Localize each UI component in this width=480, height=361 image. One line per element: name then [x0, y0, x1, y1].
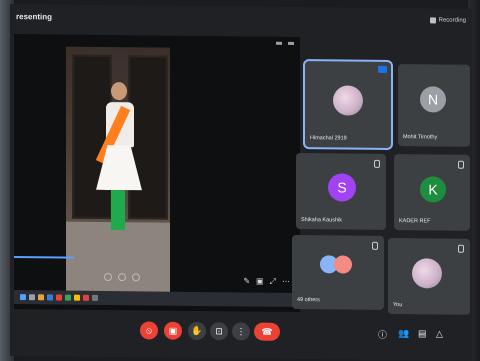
- participant-tile[interactable]: K KADER REF: [394, 154, 470, 231]
- shared-photo: [66, 46, 170, 293]
- play-icon[interactable]: [118, 273, 126, 282]
- participant-name: KADER REF: [399, 218, 431, 225]
- participant-name: 49 others: [297, 297, 320, 304]
- mic-off-icon: [458, 244, 464, 253]
- door-right: [128, 55, 168, 220]
- minimize-icon[interactable]: [276, 41, 282, 45]
- more-icon[interactable]: ⋯: [282, 277, 290, 287]
- participant-name: You: [393, 302, 403, 309]
- app-icon-2: [74, 294, 80, 301]
- activities-icon[interactable]: △: [436, 328, 443, 339]
- participant-name: Mohit Timothy: [403, 134, 438, 141]
- prev-icon[interactable]: [104, 272, 112, 282]
- participant-tile-self[interactable]: You: [388, 237, 470, 315]
- presentation-area[interactable]: ✎ ▣ ⤢ ⋯: [14, 34, 300, 313]
- mic-off-icon: [458, 160, 464, 169]
- pin-icon[interactable]: [288, 41, 294, 45]
- pin-badge-icon: [378, 65, 387, 73]
- floor: [66, 221, 170, 293]
- recording-label: Recording: [438, 17, 466, 24]
- window-title: resenting: [16, 11, 53, 21]
- recording-indicator: Recording: [429, 17, 466, 24]
- mic-off-icon: [374, 159, 380, 168]
- top-bar: resenting Recording: [10, 4, 472, 33]
- presentation-tools: ✎ ▣ ⤢ ⋯: [243, 276, 290, 286]
- more-vert-icon[interactable]: ⋮: [232, 322, 250, 341]
- search-icon: [29, 294, 35, 301]
- participant-name: Shikaha Kaushik: [301, 217, 342, 224]
- layout-icon[interactable]: ▣: [256, 277, 264, 287]
- shared-taskbar: [14, 290, 300, 308]
- avatar-letter: S: [337, 179, 347, 196]
- participant-tile[interactable]: Himachal 2919: [303, 59, 393, 151]
- folder-icon: [38, 294, 44, 301]
- participant-tile[interactable]: S Shikaha Kaushik: [296, 152, 386, 230]
- dancer-head: [111, 82, 127, 101]
- recording-icon: [429, 17, 436, 24]
- mic-off-icon: [372, 241, 378, 250]
- info-icon[interactable]: ⓘ: [378, 328, 387, 341]
- participant-avatar: [333, 85, 363, 116]
- avatar-letter: K: [428, 181, 438, 198]
- expand-icon[interactable]: ⤢: [270, 277, 276, 287]
- present-icon[interactable]: ⊡: [210, 322, 228, 341]
- participant-avatar: S: [328, 173, 356, 202]
- end-call-icon[interactable]: ☎: [254, 322, 280, 341]
- mic-off-icon[interactable]: ⦸: [140, 321, 158, 340]
- avatar-letter: N: [427, 91, 439, 108]
- people-icon[interactable]: 👥: [398, 328, 409, 339]
- call-controls: ⦸ ▣ ✋ ⊡ ⋮ ☎ ⓘ 👥 ▤ △: [10, 316, 472, 351]
- participant-tile[interactable]: N Mohit Timothy: [398, 64, 470, 147]
- participant-avatar: [412, 258, 442, 289]
- chat-icon[interactable]: ▤: [418, 328, 427, 339]
- meet-window: resenting Recording ✎ ▣ ⤢ ⋯ Himachal 291…: [10, 4, 472, 361]
- raise-hand-icon[interactable]: ✋: [188, 321, 206, 341]
- app-icon-3: [83, 294, 89, 301]
- camera-off-icon[interactable]: ▣: [164, 321, 182, 340]
- start-icon: [20, 294, 26, 301]
- group-avatar-2: [334, 255, 352, 274]
- edge-icon: [47, 294, 53, 301]
- participant-name: Himachal 2919: [310, 135, 347, 142]
- dancer-legs: [111, 190, 125, 231]
- app-icon-4: [92, 294, 98, 301]
- presentation-nav: [104, 272, 140, 282]
- next-icon[interactable]: [132, 273, 140, 282]
- pencil-icon[interactable]: ✎: [243, 276, 250, 286]
- participant-avatar: K: [420, 176, 446, 203]
- app-icon: [65, 294, 71, 301]
- participant-tile-group[interactable]: 49 others: [292, 234, 384, 310]
- chrome-icon: [56, 294, 62, 301]
- participant-avatar: N: [420, 86, 446, 113]
